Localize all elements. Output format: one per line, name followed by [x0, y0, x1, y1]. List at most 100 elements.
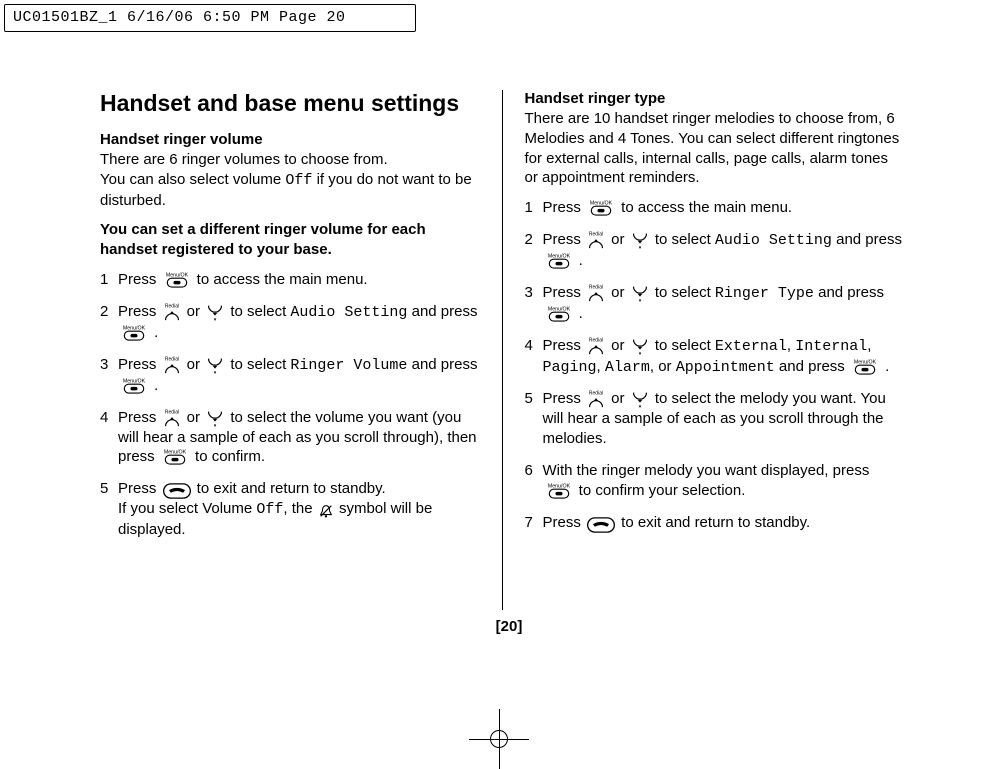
- text: Press: [543, 284, 586, 301]
- menu-ok-key-icon: [160, 447, 190, 467]
- monospace-text: Appointment: [676, 359, 775, 376]
- down-key-icon: [630, 283, 650, 303]
- text: .: [150, 377, 158, 394]
- text: If you select Volume: [118, 500, 256, 517]
- monospace-text: Alarm: [605, 359, 650, 376]
- text: to access the main menu.: [617, 199, 792, 216]
- text: or: [183, 409, 205, 426]
- text: to exit and return to standby.: [617, 514, 810, 531]
- monospace-text: Ringer Volume: [290, 357, 407, 374]
- text: and press: [407, 303, 477, 320]
- menu-ok-key-icon: [544, 304, 574, 324]
- text: ,: [787, 337, 795, 354]
- menu-ok-key-icon: [119, 323, 149, 343]
- step-1: 1 Press to access the main menu.: [525, 198, 905, 218]
- down-key-icon: [630, 230, 650, 250]
- text: You can also select volume: [100, 171, 285, 188]
- step-number: 2: [525, 230, 543, 271]
- right-column: Handset ringer type There are 10 handset…: [503, 90, 919, 610]
- menu-ok-key-icon: [544, 481, 574, 501]
- down-key-icon: [205, 408, 225, 428]
- text: Press: [543, 199, 586, 216]
- step-5: 5 Press or to select the melody you want…: [525, 389, 905, 449]
- paragraph: There are 10 handset ringer melodies to …: [525, 109, 905, 188]
- step-3: 3 Press or to select Ringer Type and pre…: [525, 283, 905, 324]
- monospace-text: Paging: [543, 359, 597, 376]
- page-content: Handset and base menu settings Handset r…: [100, 90, 918, 665]
- step-2: 2 Press or to select Audio Setting and p…: [525, 230, 905, 271]
- down-key-icon: [630, 389, 650, 409]
- text: Press: [118, 303, 161, 320]
- menu-ok-key-icon: [586, 198, 616, 218]
- text: .: [881, 358, 889, 375]
- paragraph: There are 6 ringer volumes to choose fro…: [100, 150, 480, 210]
- text: .: [575, 305, 583, 322]
- up-key-icon: [586, 389, 606, 409]
- menu-ok-key-icon: [162, 270, 192, 290]
- menu-ok-key-icon: [850, 357, 880, 377]
- monospace-text: Off: [256, 501, 283, 518]
- step-number: 4: [100, 408, 118, 468]
- text: Press: [543, 337, 586, 354]
- text: Press: [118, 271, 161, 288]
- step-number: 7: [525, 513, 543, 533]
- text: to select: [226, 356, 290, 373]
- text: to access the main menu.: [193, 271, 368, 288]
- text: Press: [118, 480, 161, 497]
- text: or: [607, 337, 629, 354]
- text: to select: [651, 337, 715, 354]
- step-number: 1: [525, 198, 543, 218]
- step-2: 2 Press or to select Audio Setting and p…: [100, 302, 480, 343]
- text: to select: [651, 284, 715, 301]
- text: Press: [118, 409, 161, 426]
- monospace-text: External: [715, 338, 787, 355]
- text: ,: [597, 358, 605, 375]
- end-key-icon: [586, 517, 616, 533]
- step-number: 5: [100, 479, 118, 540]
- text: and press: [775, 358, 849, 375]
- text: to select: [226, 303, 290, 320]
- monospace-text: Audio Setting: [290, 304, 407, 321]
- ringer-off-icon: [318, 503, 334, 519]
- step-6: 6 With the ringer melody you want displa…: [525, 461, 905, 501]
- menu-ok-key-icon: [119, 376, 149, 396]
- section-heading-volume: Handset ringer volume: [100, 131, 480, 148]
- monospace-text: Off: [285, 172, 312, 189]
- up-key-icon: [162, 408, 182, 428]
- down-key-icon: [205, 302, 225, 322]
- up-key-icon: [586, 336, 606, 356]
- section-heading-type: Handset ringer type: [525, 90, 905, 107]
- text: to select: [651, 231, 715, 248]
- text: .: [150, 324, 158, 341]
- text: Press: [543, 390, 586, 407]
- text: Press: [543, 231, 586, 248]
- menu-ok-key-icon: [544, 251, 574, 271]
- text: to confirm your selection.: [575, 482, 746, 499]
- text: or: [607, 390, 629, 407]
- step-number: 4: [525, 336, 543, 378]
- step-5: 5 Press to exit and return to standby. I…: [100, 479, 480, 540]
- step-4: 4 Press or to select External, Internal,…: [525, 336, 905, 378]
- page-number: [20]: [100, 618, 918, 635]
- monospace-text: Internal: [795, 338, 867, 355]
- down-key-icon: [630, 336, 650, 356]
- text: and press: [832, 231, 902, 248]
- text: to confirm.: [191, 448, 265, 465]
- monospace-text: Ringer Type: [715, 285, 814, 302]
- step-number: 2: [100, 302, 118, 343]
- step-3: 3 Press or to select Ringer Volume and p…: [100, 355, 480, 396]
- print-header-slug: UC01501BZ_1 6/16/06 6:50 PM Page 20: [4, 4, 416, 32]
- text: With the ringer melody you want displaye…: [543, 462, 870, 479]
- text: to exit and return to standby.: [193, 480, 386, 497]
- step-number: 6: [525, 461, 543, 501]
- up-key-icon: [162, 302, 182, 322]
- left-column: Handset and base menu settings Handset r…: [100, 90, 503, 610]
- text: or: [183, 356, 205, 373]
- step-number: 3: [525, 283, 543, 324]
- step-4: 4 Press or to select the volume you want…: [100, 408, 480, 468]
- text: There are 6 ringer volumes to choose fro…: [100, 151, 388, 168]
- down-key-icon: [205, 355, 225, 375]
- text: or: [607, 284, 629, 301]
- text: ,: [867, 337, 871, 354]
- step-1: 1 Press to access the main menu.: [100, 270, 480, 290]
